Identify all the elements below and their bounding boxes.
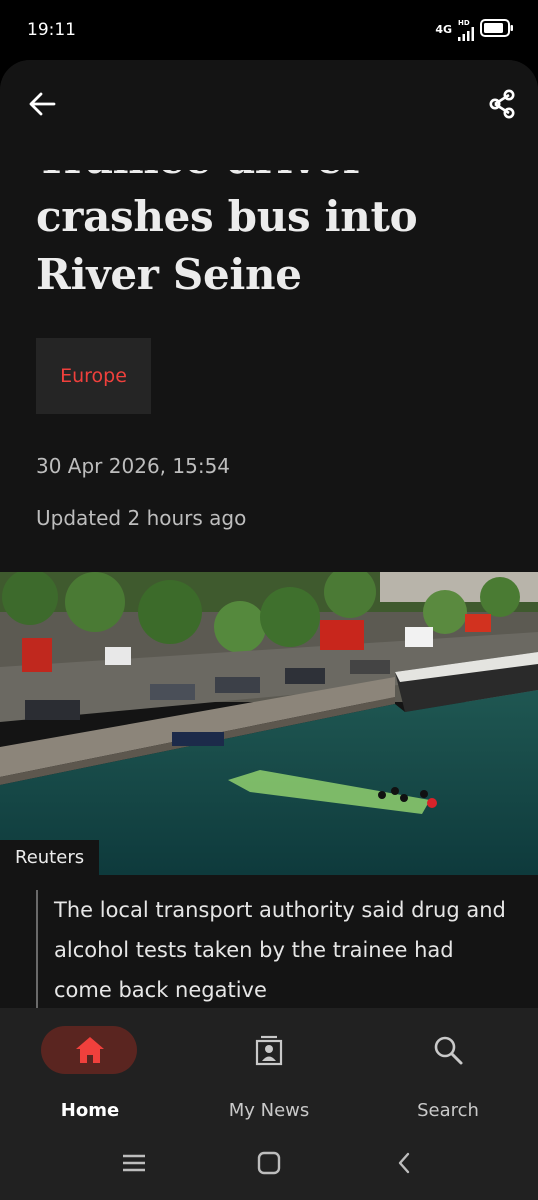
- share-button[interactable]: [484, 88, 520, 124]
- nav-item-my-news[interactable]: My News: [179, 1026, 359, 1136]
- network-type: 4G: [435, 23, 452, 36]
- network-badge: HD: [458, 18, 470, 27]
- article-screen: Trainee driver crashes bus into River Se…: [0, 60, 538, 1200]
- nav-label-my-news: My News: [228, 1100, 310, 1121]
- search-icon: [430, 1032, 466, 1068]
- status-icons: 4G HD: [435, 18, 514, 42]
- back-chevron-icon: [396, 1151, 412, 1179]
- signal-icon: HD: [458, 18, 474, 41]
- system-navigation-bar: [0, 1135, 538, 1200]
- nav-label-search: Search: [417, 1100, 479, 1121]
- article-date: 30 Apr 2026, 15:54: [36, 454, 231, 478]
- article-header: Trainee driver crashes bus into River Se…: [0, 60, 538, 572]
- battery-icon: [480, 19, 514, 41]
- home-icon: [72, 1032, 108, 1068]
- toolbar: [0, 60, 538, 160]
- article-updated: Updated 2 hours ago: [36, 506, 247, 530]
- section-tag-europe[interactable]: Europe: [36, 338, 151, 414]
- system-back-button[interactable]: [384, 1149, 424, 1181]
- system-home-button[interactable]: [249, 1149, 289, 1181]
- back-button[interactable]: [24, 88, 60, 124]
- nav-item-search[interactable]: Search: [358, 1026, 538, 1136]
- status-bar: 19:11 4G HD: [0, 0, 538, 60]
- nav-label-home: Home: [60, 1100, 120, 1121]
- article-photo[interactable]: Reuters: [0, 572, 538, 875]
- bus-in-river-photo: [0, 572, 538, 875]
- arrow-left-icon: [28, 92, 56, 120]
- share-icon: [487, 89, 517, 123]
- image-credit: Reuters: [0, 840, 100, 875]
- my-news-icon: [251, 1032, 287, 1068]
- nav-item-home[interactable]: Home: [0, 1026, 180, 1136]
- image-caption: The local transport authority said drug …: [36, 890, 506, 1010]
- system-menu-button[interactable]: [114, 1149, 154, 1181]
- menu-icon: [122, 1153, 146, 1177]
- status-time: 19:11: [27, 20, 76, 40]
- home-square-icon: [257, 1151, 281, 1179]
